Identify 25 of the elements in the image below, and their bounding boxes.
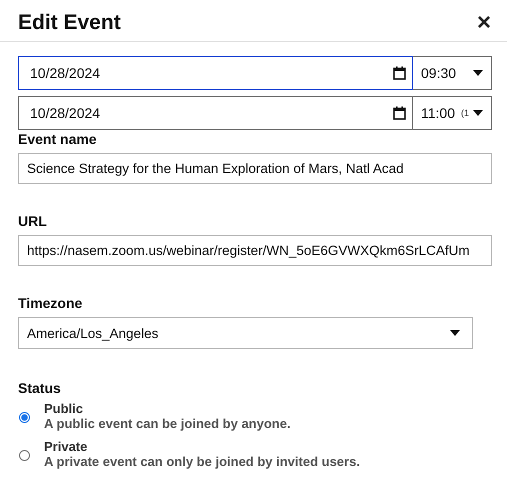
field-label: Status [18, 380, 61, 396]
text-field[interactable]: Science Strategy for the Human Exploration of Mars, Natl Acad [18, 153, 492, 184]
time-select[interactable]: 09:30 [413, 56, 492, 90]
option-title: Private [44, 440, 88, 456]
timezone-select[interactable]: America/Los_Angeles [18, 317, 473, 350]
date-field[interactable]: 10/28/2024 [18, 56, 413, 90]
date-field[interactable]: 10/28/2024 [18, 96, 413, 130]
caret-icon [450, 330, 460, 336]
calendar-icon[interactable] [393, 106, 406, 120]
field-label: URL [18, 213, 47, 230]
calendar-icon[interactable] [393, 66, 406, 80]
dialog-title: Edit Event [18, 10, 121, 34]
caret-icon [473, 70, 483, 76]
time-select[interactable]: 11:00 (1 [413, 96, 492, 130]
option-description: A public event can be joined by anyone. [44, 417, 291, 432]
option-description: A private event can only be joined by invited users. [44, 455, 360, 470]
field-label: Timezone [18, 295, 82, 312]
radio-button[interactable] [19, 412, 30, 423]
radio-button[interactable] [19, 450, 30, 461]
close-button[interactable]: × [472, 10, 495, 34]
duration-text: (1 [460, 108, 469, 118]
caret-icon [473, 110, 483, 116]
field-label: Event name [18, 131, 97, 148]
text-field[interactable]: https://nasem.zoom.us/webinar/register/WN_5oE6GVWXQkm6SrLCAfUm [18, 235, 492, 266]
option-title: Public [44, 402, 84, 418]
